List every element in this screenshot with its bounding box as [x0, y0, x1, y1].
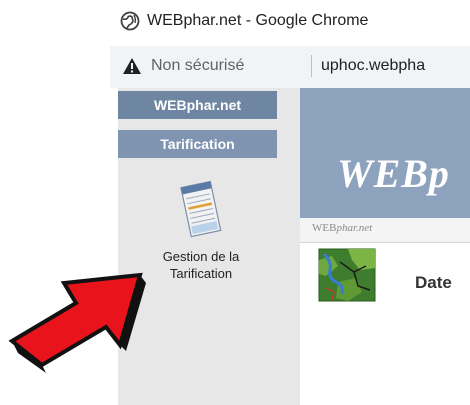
price-list-icon[interactable]: [178, 180, 224, 240]
security-label[interactable]: Non sécurisé: [151, 57, 244, 75]
url-text[interactable]: uphoc.webpha: [321, 57, 425, 75]
subtitle-italic: phar.net: [336, 222, 373, 234]
sidebar-tab-webphar[interactable]: WEBphar.net: [118, 91, 277, 119]
banner-title: WEBp: [337, 151, 450, 196]
warning-icon[interactable]: [122, 56, 142, 76]
globe-icon: [120, 11, 140, 31]
sidebar-tab-tarification[interactable]: Tarification: [118, 130, 277, 158]
window-title: WEBphar.net - Google Chrome: [147, 12, 369, 29]
address-separator: [311, 55, 312, 77]
red-arrow-icon: [0, 253, 150, 393]
row-label-date[interactable]: Date: [415, 273, 452, 293]
subtitle-plain: WEB: [312, 222, 337, 234]
subtitle-logo: WEBphar.net: [312, 222, 372, 234]
map-icon[interactable]: [318, 248, 376, 302]
